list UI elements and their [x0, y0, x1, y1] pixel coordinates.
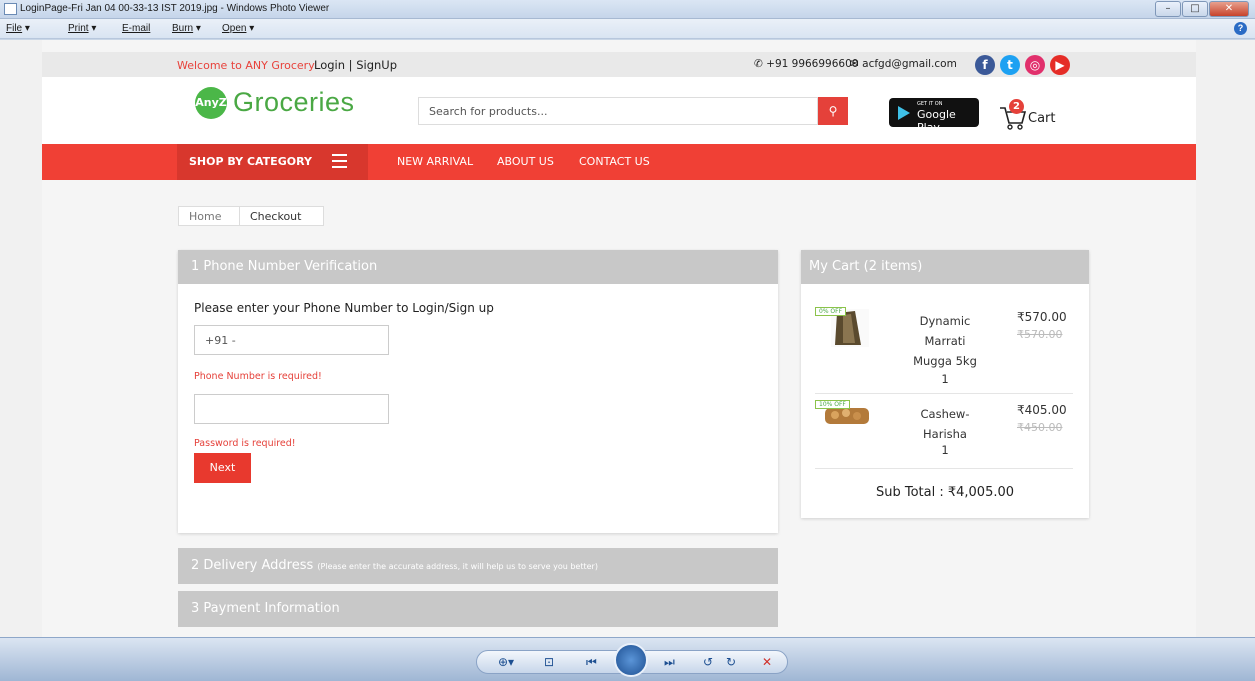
breadcrumb-checkout: Checkout	[239, 206, 324, 226]
chevron-down-icon: ▾	[249, 23, 255, 34]
menu-burn-label: Burn	[172, 23, 194, 34]
window-titlebar: LoginPage-Fri Jan 04 00-33-13 IST 2019.j…	[0, 0, 1255, 19]
play-store-icon	[898, 106, 910, 120]
phone-verification-panel: 1 Phone Number Verification Please enter…	[178, 250, 778, 533]
menu-open-label: Open	[222, 23, 247, 34]
google-play-badge[interactable]: GET IT ON Google Play	[889, 98, 979, 134]
email-address: ✉ acfgd@gmail.com	[850, 58, 957, 70]
shop-by-category-label: SHOP BY CATEGORY	[189, 155, 312, 168]
product-name: Cashew-Harisha	[920, 407, 970, 441]
actual-size-icon[interactable]: ⊡	[544, 655, 554, 669]
divider	[815, 393, 1073, 394]
menu-email-label: E-mail	[122, 23, 151, 34]
chevron-down-icon: ▾	[24, 23, 30, 34]
minimize-button[interactable]: –	[1155, 1, 1181, 17]
my-cart-title: My Cart (2 items)	[801, 250, 1089, 284]
phone-number: ✆ +91 9966996600	[754, 58, 859, 70]
product-original-price: ₹570.00	[1017, 328, 1063, 341]
previous-icon[interactable]: ⏮	[586, 655, 597, 670]
twitter-icon[interactable]: t	[1000, 55, 1020, 75]
web-page: Welcome to ANY Grocery Login | SignUp ✆ …	[42, 40, 1196, 637]
logo-cart-icon[interactable]: AnyZ	[195, 87, 227, 119]
viewer-canvas: Welcome to ANY Grocery Login | SignUp ✆ …	[0, 40, 1255, 637]
window-controls: – □ ✕	[1155, 1, 1249, 17]
cart-subtotal: Sub Total : ₹4,005.00	[875, 485, 1015, 500]
zoom-icon[interactable]: ⊕▾	[498, 655, 514, 669]
product-name: Dynamic Marrati Mugga 5kg	[913, 314, 977, 368]
phone-field[interactable]: +91 -	[194, 325, 389, 355]
product-price: ₹405.00	[1017, 403, 1067, 417]
welcome-text: Welcome to ANY Grocery	[177, 59, 315, 72]
youtube-icon[interactable]: ▶	[1050, 55, 1070, 75]
next-button[interactable]: Next	[194, 453, 251, 483]
product-qty: 1	[941, 443, 949, 457]
breadcrumb-home[interactable]: Home	[178, 206, 240, 226]
close-button[interactable]: ✕	[1209, 1, 1249, 17]
window-title: LoginPage-Fri Jan 04 00-33-13 IST 2019.j…	[20, 3, 330, 14]
step1-header[interactable]: 1 Phone Number Verification	[178, 250, 778, 284]
photo-viewer-icon	[4, 3, 17, 15]
maximize-button[interactable]: □	[1182, 1, 1208, 17]
product-image[interactable]: 10% OFF	[815, 400, 871, 440]
chevron-down-icon: ▾	[91, 23, 97, 34]
phone-error: Phone Number is required!	[194, 371, 322, 382]
gplay-small-text: GET IT ON	[917, 101, 943, 107]
password-error: Password is required!	[194, 438, 296, 449]
menu-file[interactable]: File ▾	[6, 23, 30, 34]
cart-label: Cart	[1028, 111, 1056, 126]
discount-tag: 0% OFF	[815, 307, 847, 316]
site-header: AnyZ Groceries Search for products... ⚲ …	[42, 77, 1196, 144]
top-info-bar: Welcome to ANY Grocery Login | SignUp ✆ …	[42, 52, 1196, 77]
next-image-icon[interactable]: ⏭	[664, 655, 675, 670]
product-qty: 1	[941, 372, 949, 386]
password-field[interactable]	[194, 394, 389, 424]
viewer-control-bar: ⊕▾ ⊡ ⏮ ⏭ ↺ ↻ ✕	[0, 637, 1255, 681]
menu-email[interactable]: E-mail	[122, 23, 150, 34]
hamburger-icon	[332, 154, 347, 172]
email-address-text: acfgd@gmail.com	[862, 58, 957, 70]
main-nav: SHOP BY CATEGORY NEW ARRIVAL ABOUT US CO…	[42, 144, 1196, 180]
product-image[interactable]: 0% OFF	[815, 307, 871, 347]
menu-file-label: File	[6, 23, 23, 34]
cart-count-badge: 2	[1009, 99, 1024, 114]
rotate-right-icon[interactable]: ↻	[726, 655, 736, 669]
my-cart-panel: My Cart (2 items) 0% OFF Dynamic Marrati…	[801, 250, 1089, 518]
site-logo[interactable]: Groceries	[233, 87, 355, 118]
step2-note: (Please enter the accurate address, it w…	[317, 562, 598, 571]
facebook-icon[interactable]: f	[975, 55, 995, 75]
nav-new-arrival[interactable]: NEW ARRIVAL	[397, 155, 473, 168]
help-icon[interactable]: ?	[1234, 22, 1247, 35]
shop-by-category-button[interactable]: SHOP BY CATEGORY	[177, 144, 368, 180]
step2-header[interactable]: 2 Delivery Address (Please enter the acc…	[178, 548, 778, 584]
cart-button[interactable]: 2 Cart	[999, 99, 1069, 131]
search-input[interactable]: Search for products...	[418, 97, 818, 125]
instagram-icon[interactable]: ◎	[1025, 55, 1045, 75]
chevron-down-icon: ▾	[195, 23, 201, 34]
login-prompt: Please enter your Phone Number to Login/…	[194, 301, 494, 315]
nav-about-us[interactable]: ABOUT US	[497, 155, 554, 168]
discount-tag: 10% OFF	[815, 400, 850, 409]
product-original-price: ₹450.00	[1017, 421, 1063, 434]
delete-icon[interactable]: ✕	[762, 655, 772, 669]
menu-bar: File ▾ Print ▾ E-mail Burn ▾ Open ▾ ?	[0, 19, 1255, 39]
divider	[815, 468, 1073, 469]
nav-contact-us[interactable]: CONTACT US	[579, 155, 650, 168]
menu-print[interactable]: Print ▾	[68, 23, 96, 34]
menu-print-label: Print	[68, 23, 89, 34]
rotate-left-icon[interactable]: ↺	[703, 655, 713, 669]
menu-burn[interactable]: Burn ▾	[172, 23, 201, 34]
slideshow-button[interactable]	[614, 643, 648, 677]
phone-number-text: +91 9966996600	[766, 58, 859, 70]
menu-open[interactable]: Open ▾	[222, 23, 254, 34]
login-signup-link[interactable]: Login | SignUp	[314, 58, 397, 72]
search-icon[interactable]: ⚲	[818, 97, 848, 125]
step2-title: 2 Delivery Address	[191, 558, 314, 573]
product-price: ₹570.00	[1017, 310, 1067, 324]
step3-header[interactable]: 3 Payment Information	[178, 591, 778, 627]
gplay-big-text: Google Play	[917, 108, 956, 134]
